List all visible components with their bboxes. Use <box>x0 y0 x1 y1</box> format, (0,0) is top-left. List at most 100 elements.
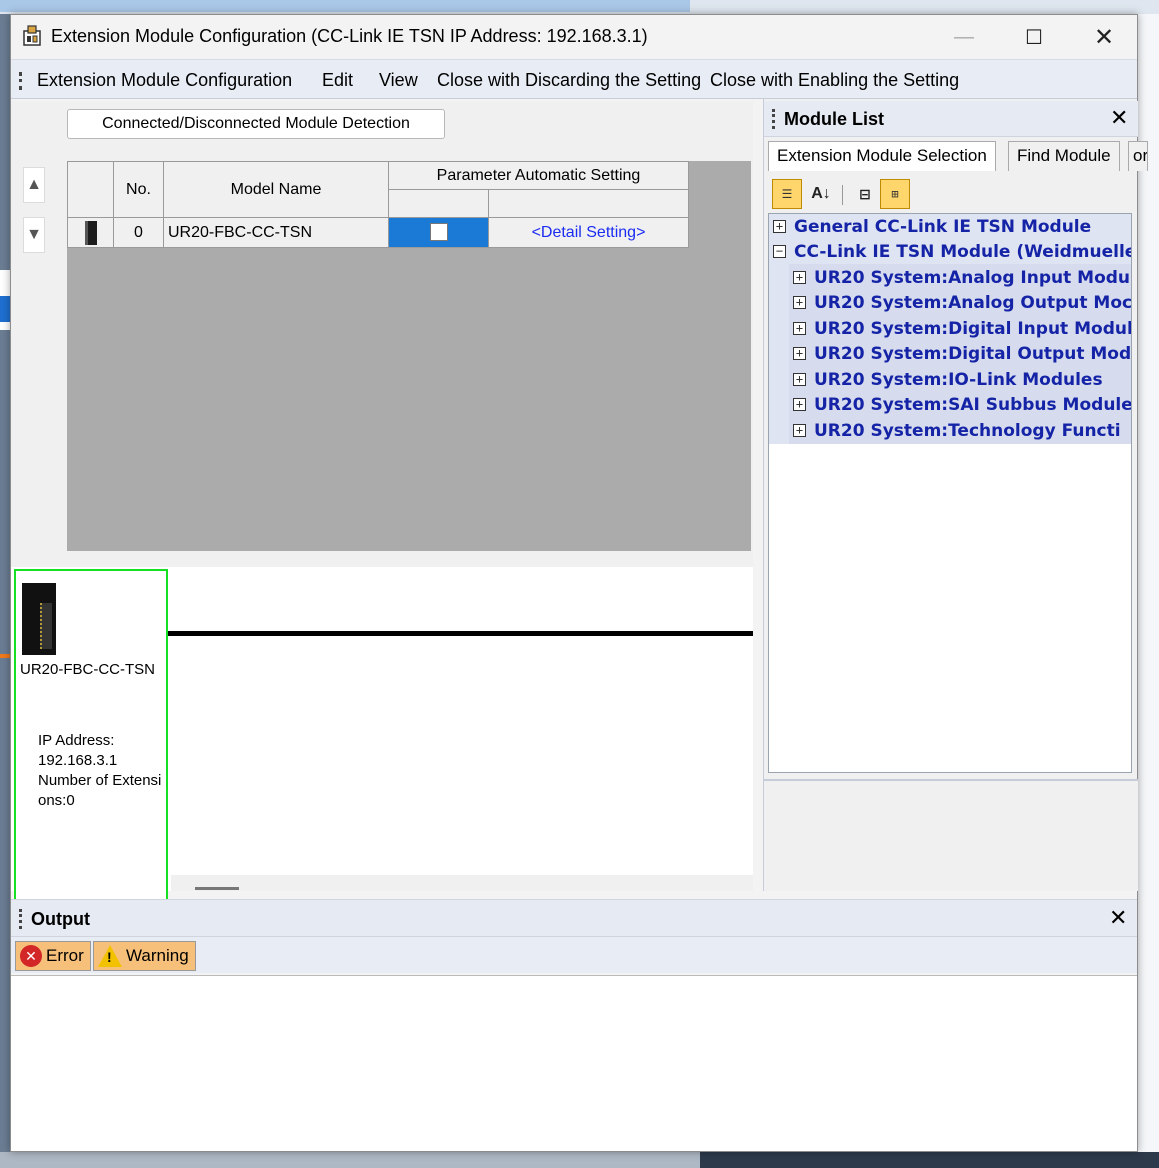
alpha-sort-icon[interactable]: A↓ <box>806 179 836 209</box>
title-bar: Extension Module Configuration (CC-Link … <box>11 15 1137 57</box>
row-no: 0 <box>113 217 164 248</box>
module-list-title: Module List <box>784 109 884 129</box>
minimize-button[interactable]: — <box>941 21 987 53</box>
tree-item-label: UR20 System:Digital Output Mod <box>814 343 1132 364</box>
expand-icon[interactable]: + <box>793 296 806 309</box>
expand-icon[interactable]: + <box>793 271 806 284</box>
expand-all-icon[interactable]: ⊞ <box>880 179 910 209</box>
detail-setting-link[interactable]: <Detail Setting> <box>488 217 689 248</box>
expand-icon[interactable]: + <box>793 424 806 437</box>
tree-item-label: UR20 System:SAI Subbus Module <box>814 394 1132 415</box>
tree-item-label: General CC-Link IE TSN Module <box>794 216 1092 237</box>
app-icon <box>23 25 41 46</box>
menu-grip-icon[interactable] <box>19 72 22 90</box>
expand-icon[interactable]: + <box>773 220 786 233</box>
tab-favorites[interactable]: ori <box>1128 141 1148 171</box>
module-list-close-button[interactable]: ✕ <box>1110 105 1128 131</box>
module-grid: No. Model Name Parameter Automatic Setti… <box>67 161 689 248</box>
warning-glyph: ! <box>107 949 112 965</box>
tree-item-label: UR20 System:IO-Link Modules <box>814 369 1103 390</box>
grid-subheader-detail <box>488 189 689 218</box>
collapse-icon[interactable]: − <box>773 245 786 258</box>
tree-item-label: UR20 System:Digital Input Modul <box>814 318 1132 339</box>
tab-extension-module-selection[interactable]: Extension Module Selection <box>768 141 996 171</box>
output-tabs: ✕ Error ! Warning <box>11 937 1137 973</box>
error-icon: ✕ <box>20 945 42 967</box>
menu-bar: Extension Module Configuration Edit View… <box>11 59 1137 99</box>
tree-item-label: UR20 System:Analog Input Modu <box>814 267 1131 288</box>
module-list-toolbar: ☰ A↓ ⊟ ⊞ <box>768 175 1136 213</box>
tree-item-digital-input[interactable]: + UR20 System:Digital Input Modul <box>793 316 1132 341</box>
grid-header-no: No. <box>113 161 164 218</box>
move-down-button[interactable]: ▼ <box>23 217 45 253</box>
tree-item-label: UR20 System:Technology Functi <box>814 420 1121 441</box>
background-taskbar-left <box>0 1152 700 1168</box>
panel-grip-icon[interactable] <box>19 909 22 929</box>
toolbar-separator <box>842 185 843 205</box>
module-tree: + General CC-Link IE TSN Module − CC-Link … <box>768 213 1132 773</box>
close-window-button[interactable]: ✕ <box>1081 21 1127 53</box>
error-tab[interactable]: ✕ Error <box>15 941 91 971</box>
module-list-header: Module List ✕ <box>764 101 1138 137</box>
module-list-panel: Module List ✕ Extension Module Selection… <box>763 99 1148 891</box>
tree-item-cc-link-weidmueller[interactable]: − CC-Link IE TSN Module (Weidmueller <box>773 239 1132 264</box>
extension-module-configuration-window: Extension Module Configuration (CC-Link … <box>10 14 1148 1152</box>
table-row[interactable]: 0 UR20-FBC-CC-TSN <Detail Setting> <box>67 217 689 248</box>
expand-icon[interactable]: + <box>793 373 806 386</box>
warning-tab-label: Warning <box>126 946 189 965</box>
window-title: Extension Module Configuration (CC-Link … <box>51 26 648 46</box>
warning-icon: ! <box>98 945 122 967</box>
module-description-area <box>764 779 1138 891</box>
background-app-right <box>1137 14 1159 1152</box>
grid-header-model: Model Name <box>163 161 389 218</box>
menu-view[interactable]: View <box>379 70 418 91</box>
tree-item-digital-output[interactable]: + UR20 System:Digital Output Mod <box>793 341 1131 366</box>
tree-item-sai-subbus[interactable]: + UR20 System:SAI Subbus Module <box>793 392 1132 417</box>
output-title: Output <box>31 909 90 929</box>
menu-edit[interactable]: Edit <box>322 70 353 91</box>
diagram-scrollbar-track[interactable] <box>171 875 753 891</box>
grid-header-param: Parameter Automatic Setting <box>388 161 689 190</box>
menu-close-enable[interactable]: Close with Enabling the Setting <box>710 70 959 91</box>
panel-grip-icon[interactable] <box>772 109 775 129</box>
maximize-button[interactable]: ☐ <box>1011 21 1057 53</box>
warning-tab[interactable]: ! Warning <box>93 941 196 971</box>
head-module-name: UR20-FBC-CC-TSN <box>20 661 155 678</box>
output-log-area[interactable] <box>11 975 1137 1151</box>
grid-subheader-check <box>388 189 489 218</box>
category-sort-icon[interactable]: ☰ <box>772 179 802 209</box>
expand-icon[interactable]: + <box>793 398 806 411</box>
error-tab-label: Error <box>46 946 84 965</box>
menu-close-discard[interactable]: Close with Discarding the Setting <box>437 70 701 91</box>
module-detection-button[interactable]: Connected/Disconnected Module Detection <box>67 109 445 139</box>
grid-header-icon <box>67 161 114 218</box>
head-module-box[interactable]: UR20-FBC-CC-TSN IP Address: 192.168.3.1 … <box>14 569 168 901</box>
tree-item-analog-input[interactable]: + UR20 System:Analog Input Modu <box>793 265 1130 290</box>
param-auto-checkbox-cell[interactable] <box>388 217 489 248</box>
output-header: Output ✕ <box>11 899 1137 937</box>
module-grid-area: No. Model Name Parameter Automatic Setti… <box>67 161 751 551</box>
collapse-all-icon[interactable]: ⊟ <box>850 179 880 209</box>
module-configuration-panel: Connected/Disconnected Module Detection … <box>11 101 753 901</box>
tree-item-technology-function[interactable]: + UR20 System:Technology Functi <box>793 418 1121 443</box>
row-model-name[interactable]: UR20-FBC-CC-TSN <box>163 217 389 248</box>
head-module-icon <box>22 583 56 655</box>
background-app-left-marker <box>0 654 10 658</box>
background-app-left-selection <box>0 296 10 322</box>
output-panel: Output ✕ ✕ Error ! Warning <box>11 899 1137 1151</box>
expand-icon[interactable]: + <box>793 322 806 335</box>
output-close-button[interactable]: ✕ <box>1109 905 1127 931</box>
tree-item-general-cc-link[interactable]: + General CC-Link IE TSN Module <box>773 214 1091 239</box>
module-thumbnail-icon <box>67 217 114 248</box>
configuration-diagram: UR20-FBC-CC-TSN IP Address: 192.168.3.1 … <box>11 567 753 901</box>
tab-find-module[interactable]: Find Module <box>1008 141 1120 171</box>
menu-extension-module-configuration[interactable]: Extension Module Configuration <box>37 70 292 91</box>
head-module-info: IP Address: 192.168.3.1 Number of Extens… <box>38 732 162 809</box>
tree-item-label: CC-Link IE TSN Module (Weidmueller <box>794 241 1132 262</box>
diagram-scrollbar-thumb[interactable] <box>195 887 239 890</box>
move-up-button[interactable]: ▲ <box>23 167 45 203</box>
param-auto-checkbox[interactable] <box>429 223 448 242</box>
tree-item-analog-output[interactable]: + UR20 System:Analog Output Moc <box>793 290 1131 315</box>
expand-icon[interactable]: + <box>793 347 806 360</box>
tree-item-io-link[interactable]: + UR20 System:IO-Link Modules <box>793 367 1103 392</box>
